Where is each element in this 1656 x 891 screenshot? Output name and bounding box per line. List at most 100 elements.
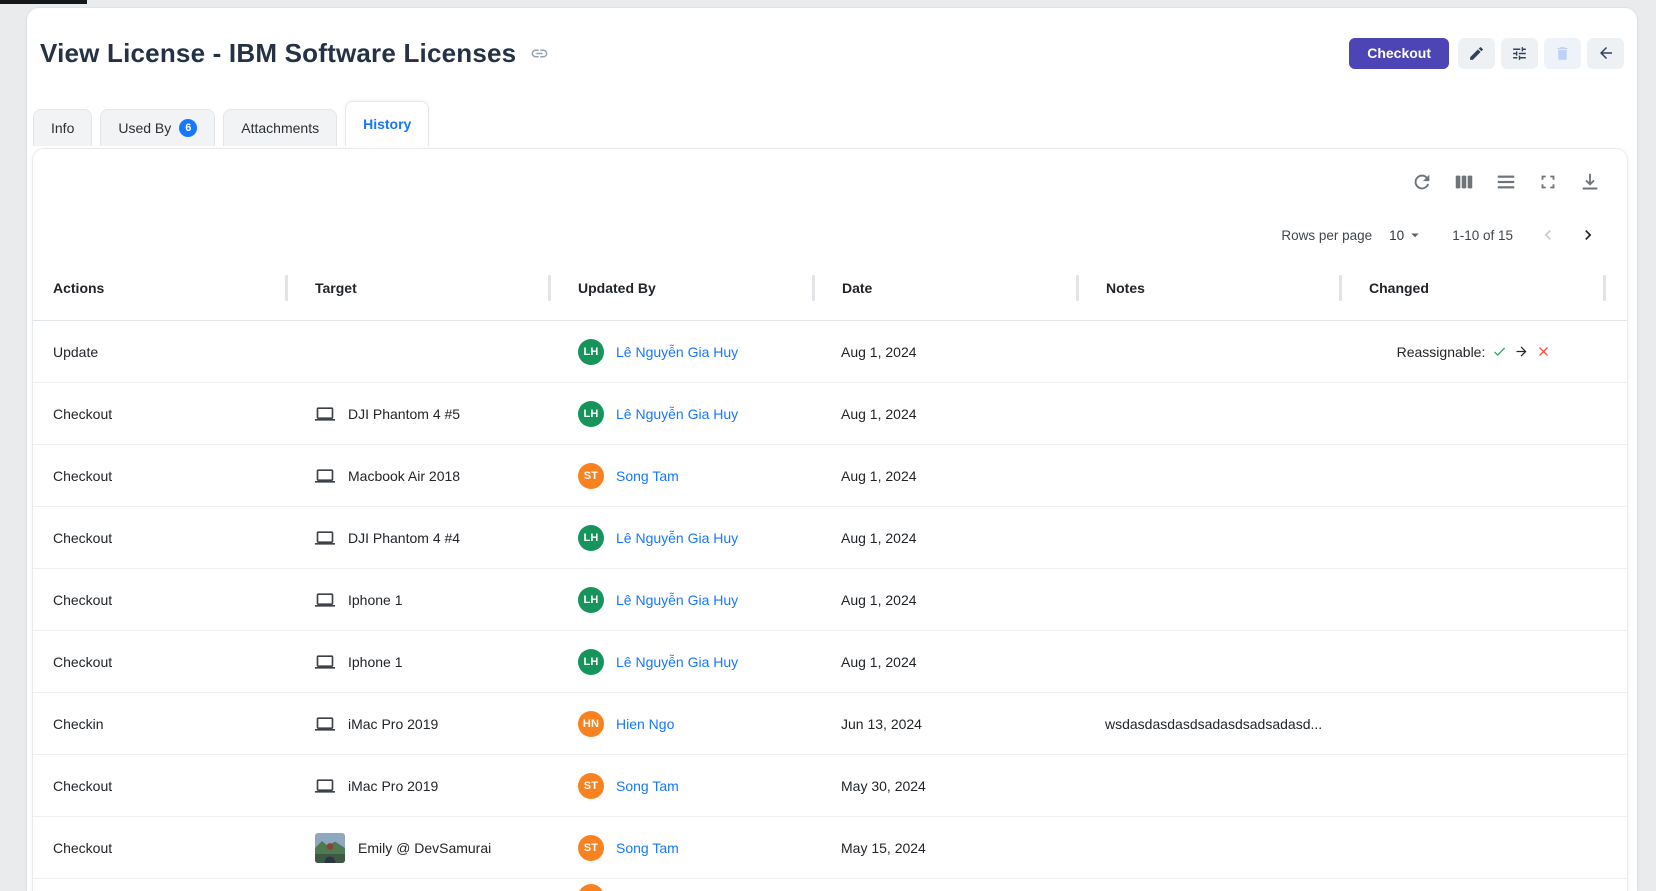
avatar: LH: [578, 587, 604, 613]
notes-label: wsdasdasdasdsadasdsadsadasd...: [1105, 716, 1322, 732]
date-label: Aug 1, 2024: [841, 468, 917, 484]
table-row: Checkout Iphone 1 LH Lê Nguyễn Gia Huy A…: [33, 569, 1627, 631]
user-link[interactable]: Lê Nguyễn Gia Huy: [616, 530, 738, 546]
back-button[interactable]: [1587, 38, 1624, 69]
tab-used-by-label: Used By: [118, 120, 171, 136]
action-label: Checkout: [53, 840, 112, 856]
fullscreen-button[interactable]: [1535, 169, 1561, 195]
tab-info[interactable]: Info: [33, 109, 92, 146]
table-row: Checkout Emily @ DevSamurai ST Song Tam …: [33, 817, 1627, 879]
avatar: HN: [578, 711, 604, 737]
table-row: Checkout Iphone 1 LH Lê Nguyễn Gia Huy A…: [33, 631, 1627, 693]
action-label: Checkout: [53, 468, 112, 484]
header-actions: Checkout: [1349, 38, 1624, 69]
checkout-button[interactable]: Checkout: [1349, 38, 1449, 69]
arrow-left-icon: [1597, 44, 1615, 62]
date-label: Jun 13, 2024: [841, 716, 922, 732]
date-label: Aug 1, 2024: [841, 406, 917, 422]
laptop-icon: [315, 466, 335, 486]
date-label: Aug 1, 2024: [841, 344, 917, 360]
pencil-icon: [1468, 45, 1485, 62]
user-link[interactable]: Lê Nguyễn Gia Huy: [616, 344, 738, 360]
chevron-right-icon: [1578, 225, 1598, 245]
delete-button[interactable]: [1544, 38, 1581, 69]
refresh-button[interactable]: [1409, 169, 1435, 195]
column-header-changed: Changed: [1342, 280, 1606, 296]
user-link[interactable]: Hien Ngo: [616, 716, 674, 732]
edit-button[interactable]: [1458, 38, 1495, 69]
tab-attachments-label: Attachments: [241, 120, 319, 136]
avatar: ST: [578, 463, 604, 489]
table-row: Checkout iMac Pro 2019 ST Song Tam May 3…: [33, 755, 1627, 817]
tab-attachments[interactable]: Attachments: [223, 109, 337, 146]
tune-sliders-icon: [1511, 45, 1528, 62]
table-row: Checkout DJI Phantom 4 #5 LH Lê Nguyễn G…: [33, 383, 1627, 445]
tab-history-label: History: [363, 116, 411, 132]
rows-per-page-select[interactable]: 10: [1389, 226, 1424, 244]
target-label: Iphone 1: [348, 592, 403, 608]
tab-bar: Info Used By 6 Attachments History: [33, 101, 429, 146]
previous-page-button[interactable]: [1535, 222, 1561, 248]
date-label: May 30, 2024: [841, 778, 926, 794]
pagination-bar: Rows per page 10 1-10 of 15: [33, 215, 1627, 255]
page-header: View License - IBM Software Licenses Che…: [40, 36, 1624, 70]
link-icon[interactable]: [530, 44, 549, 63]
action-label: Checkout: [53, 406, 112, 422]
user-link[interactable]: Song Tam: [616, 468, 679, 484]
user-link[interactable]: Lê Nguyễn Gia Huy: [616, 654, 738, 670]
target-label: Emily @ DevSamurai: [358, 840, 491, 856]
target-label: DJI Phantom 4 #5: [348, 406, 460, 422]
column-header-notes: Notes: [1079, 280, 1342, 296]
tab-info-label: Info: [51, 120, 74, 136]
action-label: Checkin: [53, 716, 104, 732]
avatar: LH: [578, 525, 604, 551]
avatar: LH: [578, 401, 604, 427]
target-label: DJI Phantom 4 #4: [348, 530, 460, 546]
rows-per-page-label: Rows per page: [1281, 228, 1372, 243]
table-row: Update LH Lê Nguyễn Gia Huy Aug 1, 2024 …: [33, 321, 1627, 383]
cross-icon: [1536, 344, 1551, 359]
target-photo: [315, 833, 345, 863]
avatar: ST: [578, 835, 604, 861]
density-icon: [1495, 171, 1517, 193]
tab-history[interactable]: History: [345, 101, 429, 146]
refresh-icon: [1411, 171, 1433, 193]
download-button[interactable]: [1577, 169, 1603, 195]
avatar: LH: [578, 649, 604, 675]
download-icon: [1579, 171, 1601, 193]
action-label: Checkout: [53, 778, 112, 794]
rows-per-page-value: 10: [1389, 228, 1404, 243]
target-label: iMac Pro 2019: [348, 716, 438, 732]
user-link[interactable]: Lê Nguyễn Gia Huy: [616, 406, 738, 422]
table-body: Update LH Lê Nguyễn Gia Huy Aug 1, 2024 …: [33, 321, 1627, 891]
columns-icon: [1453, 171, 1475, 193]
chevron-left-icon: [1538, 225, 1558, 245]
laptop-icon: [315, 776, 335, 796]
user-link[interactable]: Song Tam: [616, 778, 679, 794]
next-page-button[interactable]: [1575, 222, 1601, 248]
tab-used-by[interactable]: Used By 6: [100, 109, 215, 146]
main-panel: View License - IBM Software Licenses Che…: [27, 8, 1637, 891]
used-by-count-badge: 6: [179, 119, 197, 137]
trash-icon: [1554, 45, 1571, 62]
column-header-actions: Actions: [33, 280, 288, 296]
laptop-icon: [315, 714, 335, 734]
density-button[interactable]: [1493, 169, 1519, 195]
laptop-icon: [315, 404, 335, 424]
user-link[interactable]: Song Tam: [616, 840, 679, 856]
pagination-range: 1-10 of 15: [1452, 228, 1513, 243]
settings-button[interactable]: [1501, 38, 1538, 69]
date-label: Aug 1, 2024: [841, 530, 917, 546]
laptop-icon: [315, 590, 335, 610]
window-edge-artifact: [0, 0, 87, 4]
user-link[interactable]: Lê Nguyễn Gia Huy: [616, 592, 738, 608]
columns-button[interactable]: [1451, 169, 1477, 195]
check-icon: [1492, 344, 1507, 359]
column-header-target: Target: [288, 280, 551, 296]
arrow-right-icon: [1514, 344, 1529, 359]
laptop-icon: [315, 652, 335, 672]
action-label: Checkout: [53, 592, 112, 608]
table-row: ST: [33, 879, 1627, 891]
fullscreen-icon: [1537, 171, 1559, 193]
changed-label: Reassignable:: [1397, 344, 1486, 360]
